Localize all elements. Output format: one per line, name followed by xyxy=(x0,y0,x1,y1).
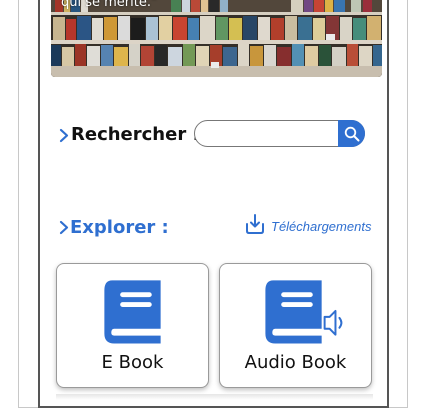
downloads-label: Téléchargements xyxy=(271,218,372,234)
ebook-card-label: E Book xyxy=(101,352,164,373)
audiobook-card[interactable]: Audio Book xyxy=(219,263,372,388)
download-tray-icon xyxy=(246,214,264,234)
chevron-right-icon xyxy=(59,220,69,235)
audiobook-card-label: Audio Book xyxy=(244,352,347,373)
book-icon xyxy=(104,280,161,344)
search-label: Rechercher : xyxy=(71,124,200,145)
ebook-card[interactable]: E Book xyxy=(56,263,209,388)
explore-label: Explorer : xyxy=(70,217,169,238)
search-icon xyxy=(344,126,359,141)
cards-shadow xyxy=(56,394,373,400)
search-box xyxy=(194,120,365,147)
book-speaker-icon xyxy=(265,280,343,344)
search-input[interactable] xyxy=(203,124,337,145)
search-button[interactable] xyxy=(338,120,365,147)
bookshelf-photo xyxy=(51,0,382,77)
chevron-right-icon xyxy=(59,128,69,143)
hero-quote-text: qui se mérite." xyxy=(61,0,157,10)
hero-banner: qui se mérite." xyxy=(51,0,382,77)
downloads-link[interactable]: Téléchargements xyxy=(244,212,371,236)
